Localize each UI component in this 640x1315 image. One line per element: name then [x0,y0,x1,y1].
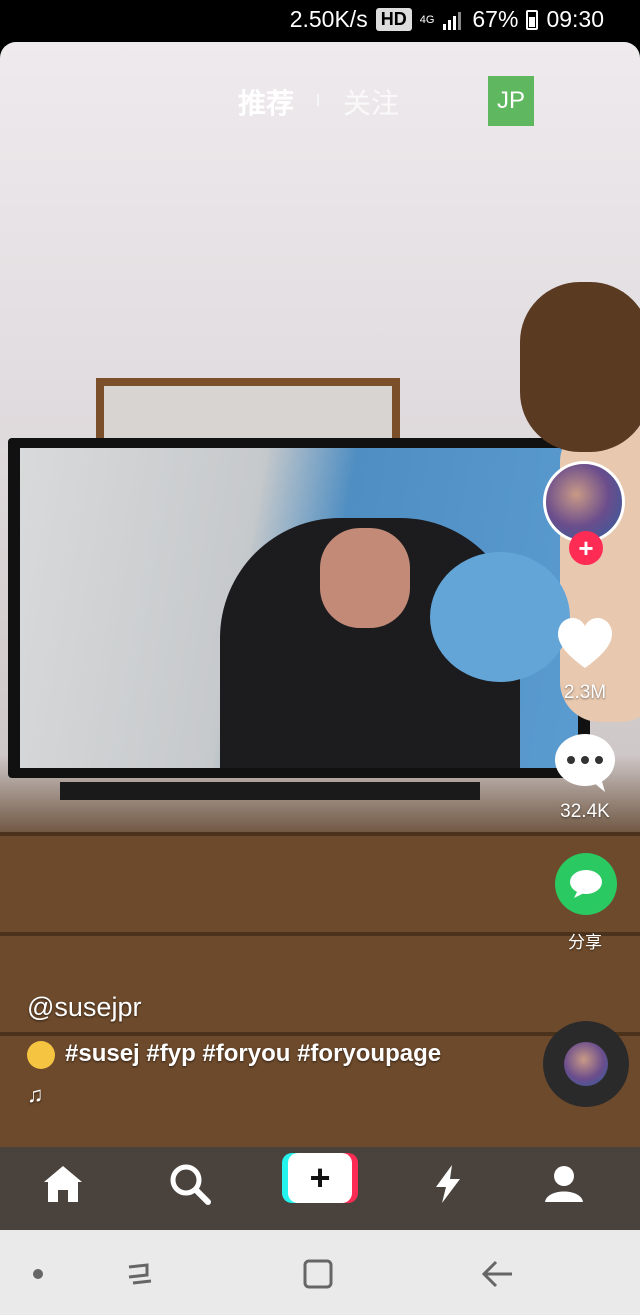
top-nav: 推荐 关注 [0,82,640,126]
laughing-emoji-icon [27,1040,55,1069]
tab-recommend[interactable]: 推荐 [238,82,294,122]
caption-hashtags[interactable]: #susej #fyp #foryou #foryoupage [27,1040,441,1069]
plus-icon: + [288,1153,352,1203]
status-bar: 2.50K/s HD 4G 67% 09:30 [0,0,640,42]
nav-profile[interactable] [534,1154,594,1214]
comment-count: 32.4K [560,801,610,822]
clock: 09:30 [546,6,604,32]
comment-icon [555,734,615,792]
balloon [430,552,570,682]
cabinet-edge [0,832,640,836]
hd-badge: HD [375,8,412,31]
signal-icon [443,11,462,30]
cabinet-drawer-line [0,1032,640,1036]
follow-button[interactable]: + [569,531,603,565]
share-button[interactable] [555,853,617,915]
tab-following[interactable]: 关注 [343,82,399,122]
system-nav-bar [0,1230,640,1315]
music-note-icon[interactable]: ♫ [27,1082,44,1108]
nav-home[interactable] [33,1154,93,1214]
heart-icon [558,617,612,668]
like-count: 2.3M [563,682,607,703]
nav-search[interactable] [160,1154,220,1214]
home-button-icon[interactable] [296,1252,340,1296]
person-head [520,282,640,452]
tab-separator [317,94,319,106]
nav-flash[interactable] [418,1154,478,1214]
music-disc[interactable] [543,1021,629,1107]
profile-icon [545,1166,583,1202]
tv-stand [60,782,480,800]
home-icon [44,1166,82,1202]
create-button[interactable]: + [282,1153,358,1203]
profile-badge[interactable]: JP [488,76,534,126]
hashtag-text[interactable]: #susej #fyp #foryou #foryoupage [65,1040,441,1067]
network-speed: 2.50K/s [289,6,368,32]
battery-percent: 67% [472,6,519,32]
back-icon[interactable] [476,1252,520,1296]
search-icon [170,1164,211,1205]
comment-button[interactable] [553,732,617,792]
nav-dot-icon[interactable] [16,1252,60,1296]
flash-icon [436,1165,460,1203]
tv-face [320,528,410,628]
share-chat-icon [570,870,602,898]
network-type: 4G [419,13,435,26]
battery-icon [526,9,539,30]
creator-username[interactable]: @susejpr [27,992,141,1023]
recent-apps-icon[interactable] [118,1252,162,1296]
share-label: 分享 [568,933,602,952]
status-bar-right: 2.50K/s HD 4G 67% 09:30 [290,6,604,33]
music-disc-cover [564,1042,608,1086]
like-button[interactable] [553,612,617,672]
